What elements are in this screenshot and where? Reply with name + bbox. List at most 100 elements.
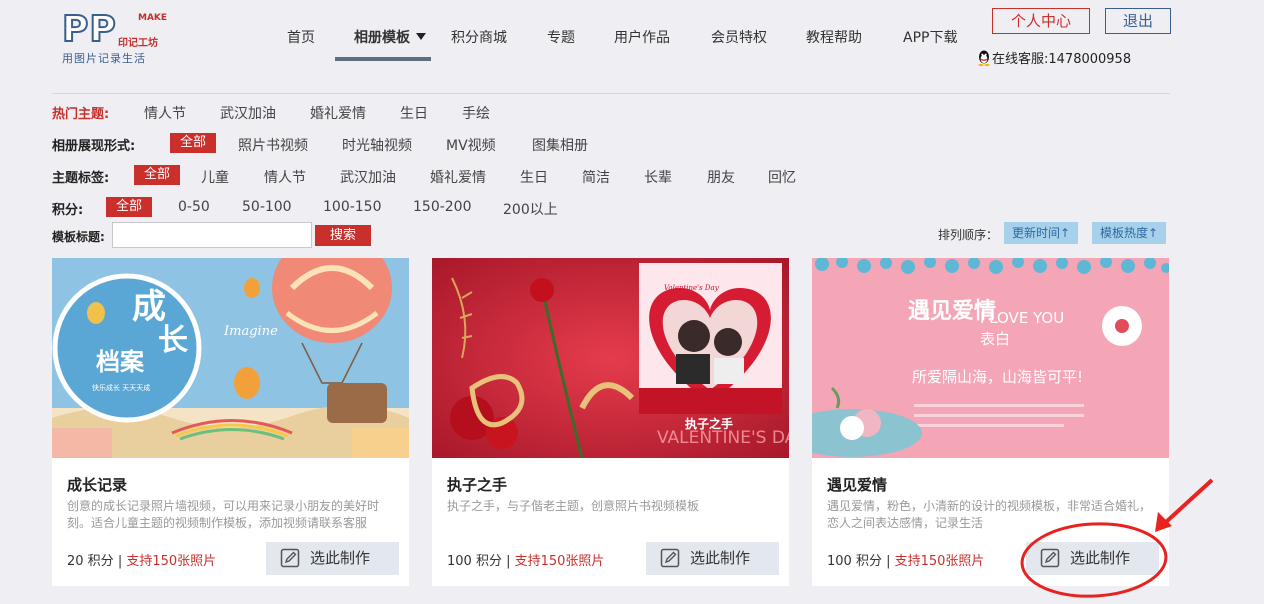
filter-option[interactable]: 朋友 — [707, 167, 735, 187]
search-label: 模板标题: — [52, 230, 105, 244]
points-value: 100 积分 — [447, 554, 502, 569]
nav-item-topics[interactable]: 专题 — [547, 27, 575, 47]
filter-option[interactable]: 婚礼爱情 — [430, 167, 486, 187]
filter-option[interactable]: 情人节 — [144, 103, 186, 123]
template-thumbnail[interactable]: 成 长 档案 快乐成长 天天天成 Imagine — [52, 258, 409, 458]
site-logo[interactable]: PP MAKE 印记工坊 用图片记录生活 — [60, 9, 170, 67]
template-title[interactable]: 执子之手 — [447, 474, 507, 495]
template-title[interactable]: 成长记录 — [67, 474, 127, 495]
filter-option-selected[interactable]: 全部 — [134, 165, 181, 185]
filter-option[interactable]: 长辈 — [644, 167, 672, 187]
template-description: 创意的成长记录照片墙视频，可以用来记录小朋友的美好时刻。适合儿童主题的视频制作模… — [67, 499, 380, 530]
nav-item-album-templates[interactable]: 相册模板 — [354, 27, 426, 47]
filter-label: 相册展现形式: — [52, 139, 136, 154]
select-template-button[interactable]: 选此制作 — [1026, 542, 1159, 575]
caret-down-icon — [416, 33, 426, 40]
filter-option[interactable]: 200以上 — [503, 199, 558, 219]
logo-slogan: 用图片记录生活 — [62, 52, 146, 65]
filter-option[interactable]: 照片书视频 — [238, 135, 308, 155]
nav-item-points-mall[interactable]: 积分商城 — [451, 27, 507, 47]
select-template-button[interactable]: 选此制作 — [646, 542, 779, 575]
filter-option[interactable]: 150-200 — [413, 199, 472, 215]
sort-by-update-time-button[interactable]: 更新时间↑ — [1004, 222, 1078, 244]
thumb-cn: 表白 — [980, 330, 1010, 348]
filter-option[interactable]: 婚礼爱情 — [310, 103, 366, 123]
select-template-label: 选此制作 — [1070, 549, 1131, 567]
logo-brand-text: 印记工坊 — [118, 38, 158, 49]
separator: | — [881, 554, 895, 569]
filter-option[interactable]: MV视频 — [446, 135, 496, 155]
edit-icon — [660, 548, 680, 568]
template-thumbnail[interactable]: VALENTINE'S DAY Valentine's Day 执子之手 — [432, 258, 789, 458]
filter-option[interactable]: 简洁 — [582, 167, 610, 187]
template-description: 遇见爱情，粉色，小清新的设计的视频模板，非常适合婚礼，恋人之间表达感情，记录生活 — [827, 499, 1152, 530]
thumb-en: I LOVE YOU — [980, 309, 1064, 327]
template-points: 20 积分 | 支持150张照片 — [67, 550, 216, 569]
logout-button[interactable]: 退出 — [1105, 8, 1171, 34]
points-value: 20 积分 — [67, 554, 114, 569]
thumb-bg-text: VALENTINE'S DAY — [657, 428, 789, 448]
template-card[interactable]: VALENTINE'S DAY Valentine's Day 执子之手 执子之… — [432, 258, 789, 586]
template-description: 执子之手，与子偕老主题，创意照片书视频模板 — [447, 499, 700, 513]
nav-item-app-download[interactable]: APP下载 — [903, 27, 957, 47]
filter-option[interactable]: 武汉加油 — [340, 167, 396, 187]
thumb-text-c: 档案 — [96, 348, 145, 376]
filter-option[interactable]: 50-100 — [242, 199, 292, 215]
nav-active-indicator — [335, 57, 431, 61]
photo-support: 支持150张照片 — [126, 554, 217, 569]
select-template-button[interactable]: 选此制作 — [266, 542, 399, 575]
thumb-ribbon: 执子之手 — [685, 416, 733, 431]
photo-support: 支持150张照片 — [894, 554, 985, 569]
filter-option[interactable]: 图集相册 — [532, 135, 588, 155]
thumb-text-en: Imagine — [223, 324, 278, 339]
filter-label: 热门主题: — [52, 107, 110, 122]
filter-option[interactable]: 100-150 — [323, 199, 382, 215]
select-template-label: 选此制作 — [310, 549, 371, 567]
template-card[interactable]: 遇见爱情 I LOVE YOU 表白 所爱隔山海，山海皆可平! 遇见爱情 遇见爱… — [812, 258, 1169, 586]
filter-option[interactable]: 生日 — [520, 167, 548, 187]
template-thumbnail[interactable]: 遇见爱情 I LOVE YOU 表白 所爱隔山海，山海皆可平! — [812, 258, 1169, 458]
thumb-valentine: Valentine's Day — [664, 284, 720, 292]
online-service-text: 在线客服:1478000958 — [992, 52, 1132, 67]
nav-item-help[interactable]: 教程帮助 — [806, 27, 862, 47]
nav-item-label: 相册模板 — [354, 30, 410, 46]
logo-make-text: MAKE — [138, 13, 168, 23]
filter-option[interactable]: 武汉加油 — [220, 103, 276, 123]
annotation-arrow-line — [1164, 478, 1214, 524]
nav-item-user-works[interactable]: 用户作品 — [614, 27, 670, 47]
thumb-text-a: 成 — [132, 287, 166, 327]
filter-option[interactable]: 0-50 — [178, 199, 210, 215]
template-title-search-input[interactable] — [112, 222, 312, 248]
template-title[interactable]: 遇见爱情 — [827, 474, 887, 495]
filter-option[interactable]: 手绘 — [462, 103, 490, 123]
separator: | — [113, 554, 127, 569]
nav-item-home[interactable]: 首页 — [287, 27, 315, 47]
filter-option-selected[interactable]: 全部 — [106, 197, 153, 217]
thumb-line: 所爱隔山海，山海皆可平! — [912, 368, 1083, 386]
filter-option[interactable]: 时光轴视频 — [342, 135, 412, 155]
search-button[interactable]: 搜索 — [315, 225, 371, 246]
sort-by-popularity-button[interactable]: 模板热度↑ — [1092, 222, 1166, 244]
template-points: 100 积分 | 支持150张照片 — [447, 550, 604, 569]
qq-penguin-icon — [978, 50, 990, 66]
header-divider — [52, 93, 1170, 94]
filter-label: 主题标签: — [52, 171, 110, 186]
thumb-text-b: 长 — [158, 323, 188, 358]
filter-option[interactable]: 情人节 — [264, 167, 306, 187]
online-service[interactable]: 在线客服:1478000958 — [977, 48, 1131, 67]
filter-option-selected[interactable]: 全部 — [170, 133, 217, 153]
filter-option[interactable]: 回忆 — [768, 167, 796, 187]
filter-option[interactable]: 生日 — [400, 103, 428, 123]
photo-support: 支持150张照片 — [514, 554, 605, 569]
personal-center-button[interactable]: 个人中心 — [992, 8, 1090, 34]
filter-label: 积分: — [52, 203, 84, 218]
thumb-text-stamp: 快乐成长 天天天成 — [92, 383, 150, 392]
sort-label: 排列顺序： — [938, 228, 999, 242]
points-value: 100 积分 — [827, 554, 882, 569]
template-points: 100 积分 | 支持150张照片 — [827, 550, 984, 569]
nav-item-vip[interactable]: 会员特权 — [711, 27, 767, 47]
template-card[interactable]: 成 长 档案 快乐成长 天天天成 Imagine 成长记录 创意的成长记录照片墙… — [52, 258, 409, 586]
filter-option[interactable]: 儿童 — [201, 167, 229, 187]
logo-mark: PP — [61, 9, 117, 50]
select-template-label: 选此制作 — [690, 549, 751, 567]
